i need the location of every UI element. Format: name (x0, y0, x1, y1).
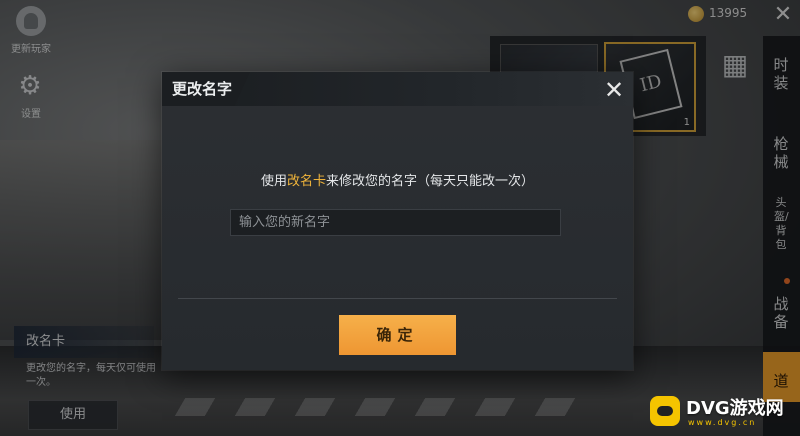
dialog-title: 更改名字 (172, 80, 233, 98)
gamepad-logo-icon (650, 396, 680, 426)
dialog-close-icon[interactable]: ✕ (600, 76, 628, 104)
confirm-button[interactable]: 确定 (339, 315, 456, 355)
message-prefix: 使用 (260, 174, 287, 189)
dialog-header: 更改名字 ✕ (162, 72, 633, 106)
watermark: DVG游戏网 www.dvg.cn (650, 392, 800, 432)
message-highlight: 改名卡 (286, 174, 326, 189)
new-name-input[interactable] (230, 209, 561, 236)
watermark-url: www.dvg.cn (688, 418, 757, 427)
dialog-message: 使用改名卡来修改您的名字（每天只能改一次） (162, 170, 633, 189)
message-suffix: 来修改您的名字（每天只能改一次） (326, 174, 535, 189)
rename-dialog: 更改名字 ✕ 使用改名卡来修改您的名字（每天只能改一次） 确定 (162, 72, 633, 370)
dialog-divider (178, 298, 617, 299)
watermark-brand: DVG游戏网 (686, 398, 784, 419)
